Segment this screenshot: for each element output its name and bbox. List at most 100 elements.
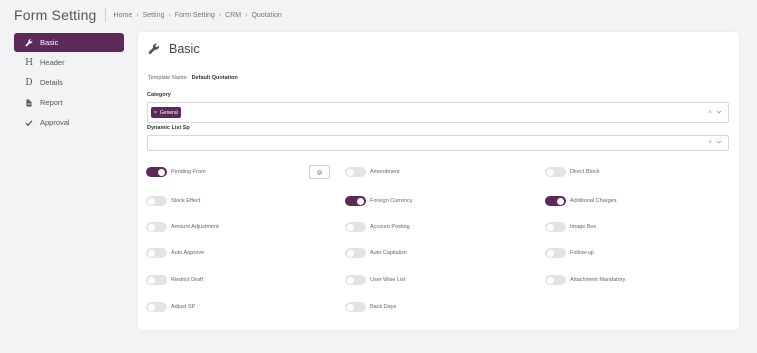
toggle-row-restrict-draft: Restrict Draft: [146, 275, 203, 285]
toggle-label: Amount Adjustment: [171, 224, 219, 230]
chip-remove-icon[interactable]: ×: [154, 110, 157, 116]
main-panel: Basic Template Name: Default Quotation C…: [138, 32, 739, 330]
sidebar-item-label: Approval: [40, 118, 70, 127]
toggle-row-image-box: Image Box: [545, 222, 596, 232]
toggle-stock-effect[interactable]: [146, 196, 167, 206]
toggle-user-wise-list[interactable]: [345, 275, 366, 285]
toggle-label: Image Box: [570, 224, 597, 230]
toggle-label: Amendment: [370, 169, 400, 175]
toggle-row-adjust-sp: Adjust SP: [146, 302, 195, 312]
toggle-label: Direct Block: [570, 169, 600, 175]
sidebar-item-label: Details: [40, 78, 63, 87]
toggle-image-box[interactable]: [545, 222, 566, 232]
toggle-row-account-posting: Account Posting: [345, 222, 410, 232]
toggle-row-stock-effect: Stock Effect: [146, 196, 200, 206]
wrench-icon: [23, 38, 35, 47]
toggle-row-auto-capitalize: Auto Capitalize: [345, 248, 407, 258]
wrench-icon: [148, 43, 160, 55]
breadcrumb-setting[interactable]: Setting: [143, 12, 165, 19]
clear-icon[interactable]: ×: [708, 110, 712, 116]
toggle-label: Account Posting: [370, 224, 410, 230]
toggle-attachment-mandatory[interactable]: [545, 275, 566, 285]
toggle-label: Back Days: [370, 304, 397, 310]
breadcrumb-form-setting[interactable]: Form Setting: [175, 12, 215, 19]
category-select[interactable]: × General ×: [147, 102, 729, 123]
heading-icon: H: [25, 57, 33, 68]
toggle-label: Pending From: [171, 169, 206, 175]
page-title: Form Setting: [14, 7, 97, 23]
toggle-pending-from[interactable]: [146, 167, 167, 177]
chevron-right-icon: ›: [218, 11, 222, 19]
sidebar-item-report[interactable]: Report: [14, 93, 124, 112]
toggle-knob: [347, 276, 354, 284]
toggle-row-follow-up: Follow-up: [545, 248, 594, 258]
sidebar-item-basic[interactable]: Basic: [14, 33, 124, 52]
panel-title: Basic: [148, 42, 200, 56]
breadcrumb-crm[interactable]: CRM: [225, 12, 241, 19]
toggle-row-attachment-mandatory: Attachment Mandatory: [545, 275, 625, 285]
template-name-value: Default Quotation: [191, 75, 238, 81]
breadcrumb: Home › Setting › Form Setting › CRM › Qu…: [114, 12, 282, 19]
chevron-right-icon: ›: [245, 11, 248, 19]
toggle-row-amount-adjustment: Amount Adjustment: [146, 222, 219, 232]
sidebar-item-details[interactable]: D Details: [14, 73, 124, 92]
dynamic-list-label: Dynamic List Sp: [147, 125, 190, 131]
toggle-label: Auto Approve: [171, 250, 205, 256]
toggle-follow-up[interactable]: [545, 248, 566, 258]
select-controls: ×: [708, 109, 722, 117]
clear-icon[interactable]: ×: [708, 140, 712, 146]
toggle-knob: [148, 197, 155, 205]
toggle-row-foreign-currency: Foreign Currency: [345, 196, 413, 206]
toggle-auto-approve[interactable]: [146, 248, 167, 258]
file-icon: [23, 99, 35, 107]
chevron-down-icon[interactable]: [716, 109, 722, 117]
top-bar: Form Setting Home › Setting › Form Setti…: [14, 6, 282, 24]
gear-icon: [316, 169, 323, 176]
sidebar-item-label: Basic: [40, 38, 59, 47]
toggle-back-days[interactable]: [345, 302, 366, 312]
toggle-account-posting[interactable]: [345, 222, 366, 232]
toggle-label: Foreign Currency: [370, 198, 413, 204]
sidebar-item-label: Report: [40, 98, 63, 107]
sidebar-item-header[interactable]: H Header: [14, 53, 124, 72]
dynamic-list-select[interactable]: ×: [147, 135, 729, 151]
toggle-additional-charges[interactable]: [545, 196, 566, 206]
toggle-knob: [347, 168, 354, 176]
toggle-knob: [547, 168, 554, 176]
toggle-amendment[interactable]: [345, 167, 366, 177]
toggle-knob: [357, 197, 364, 205]
breadcrumb-quotation: Quotation: [251, 11, 282, 19]
toggle-amount-adjustment[interactable]: [146, 222, 167, 232]
toggle-adjust-sp[interactable]: [146, 302, 167, 312]
check-icon: [23, 119, 35, 127]
toggle-row-back-days: Back Days: [345, 302, 396, 312]
toggle-knob: [557, 197, 564, 205]
category-chip[interactable]: × General: [151, 107, 181, 118]
toggle-restrict-draft[interactable]: [146, 275, 167, 285]
toggle-row-user-wise-list: User Wise List: [345, 275, 405, 285]
breadcrumb-home[interactable]: Home: [114, 12, 133, 19]
toggle-foreign-currency[interactable]: [345, 196, 366, 206]
toggle-knob: [347, 303, 354, 311]
title-divider: [104, 8, 106, 22]
template-name: Template Name: Default Quotation: [148, 75, 238, 81]
toggle-row-auto-approve: Auto Approve: [146, 248, 204, 258]
toggle-row-amendment: Amendment: [345, 167, 400, 177]
toggle-direct-block[interactable]: [545, 167, 566, 177]
pending-from-settings-button[interactable]: [309, 165, 330, 179]
d-icon: D: [25, 77, 33, 88]
chevron-right-icon: ›: [168, 11, 171, 19]
toggle-label: Stock Effect: [171, 198, 201, 204]
panel-title-text: Basic: [169, 42, 200, 56]
chevron-down-icon[interactable]: [716, 139, 722, 147]
toggle-knob: [148, 276, 155, 284]
toggle-auto-capitalize[interactable]: [345, 248, 366, 258]
toggle-row-pending-from: Pending From: [146, 167, 206, 177]
sidebar: Basic H Header D Details Report Approval: [14, 33, 124, 133]
sidebar-item-label: Header: [40, 58, 65, 67]
select-controls: ×: [708, 139, 722, 147]
toggle-knob: [547, 249, 554, 257]
toggle-row-direct-block: Direct Block: [545, 167, 599, 177]
toggle-knob: [148, 223, 155, 231]
sidebar-item-approval[interactable]: Approval: [14, 113, 124, 132]
